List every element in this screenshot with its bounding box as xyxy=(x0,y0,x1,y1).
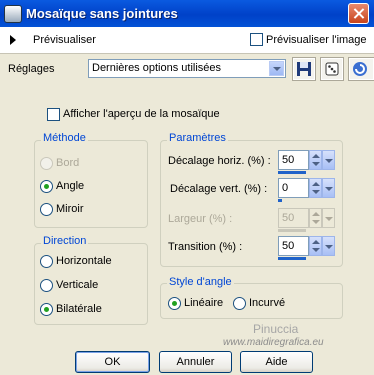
method-radio-angle[interactable] xyxy=(40,180,53,193)
param-input-vert[interactable]: 0 xyxy=(278,178,309,198)
corner-radio-lineaire[interactable] xyxy=(168,297,181,310)
param-spin-width: 50 xyxy=(278,208,335,229)
window-title: Mosaïque sans jointures xyxy=(26,6,178,21)
random-preset-button[interactable] xyxy=(320,57,344,81)
save-preset-button[interactable] xyxy=(292,57,316,81)
floppy-disk-icon xyxy=(297,62,311,76)
preview-image-checkbox[interactable] xyxy=(250,33,263,46)
presets-selected: Dernières options utilisées xyxy=(92,62,222,74)
help-button[interactable]: Aide xyxy=(240,351,313,373)
presets-label: Réglages xyxy=(8,63,55,75)
param-label-horiz: Décalage horiz. (%) : xyxy=(168,155,271,167)
spin-arrows-icon xyxy=(309,208,322,228)
spin-arrows-icon[interactable] xyxy=(309,236,322,256)
corner-label-incurve[interactable]: Incurvé xyxy=(249,297,285,309)
chevron-down-icon[interactable] xyxy=(269,61,284,76)
method-radio-bord xyxy=(40,157,53,170)
param-spin-vert[interactable]: 0 xyxy=(278,178,335,199)
corner-radio-incurve[interactable] xyxy=(233,297,246,310)
method-label-miroir[interactable]: Miroir xyxy=(56,203,84,215)
corner-label-lineaire[interactable]: Linéaire xyxy=(184,297,223,309)
preview-image-label[interactable]: Prévisualiser l'image xyxy=(266,34,367,46)
preview-label[interactable]: Prévisualiser xyxy=(33,34,96,46)
chevron-down-icon[interactable] xyxy=(322,236,335,256)
spin-arrows-icon[interactable] xyxy=(309,178,322,198)
method-label-bord: Bord xyxy=(56,157,80,169)
param-bar-width xyxy=(278,229,306,232)
presets-dropdown[interactable]: Dernières options utilisées xyxy=(88,59,286,78)
method-radio-miroir[interactable] xyxy=(40,203,53,216)
app-icon xyxy=(4,5,22,23)
param-label-vert: Décalage vert. (%) : xyxy=(170,183,268,195)
watermark-name: Pinuccia xyxy=(253,322,299,336)
param-input-transition[interactable]: 50 xyxy=(278,236,309,256)
direction-label-horizontale[interactable]: Horizontale xyxy=(56,255,112,267)
param-spin-horiz[interactable]: 50 xyxy=(278,150,335,171)
expand-triangle-icon[interactable] xyxy=(10,35,16,45)
params-legend: Paramètres xyxy=(167,132,228,144)
watermark-url: www.maidiregrafica.eu xyxy=(223,337,324,348)
chevron-down-icon xyxy=(322,208,335,228)
reset-preset-button[interactable] xyxy=(348,57,374,81)
param-input-width: 50 xyxy=(278,208,309,228)
param-bar-horiz[interactable] xyxy=(278,171,306,174)
direction-radio-horizontale[interactable] xyxy=(40,255,53,268)
method-legend: Méthode xyxy=(41,132,88,144)
direction-radio-bilaterale[interactable] xyxy=(40,303,53,316)
param-bar-vert[interactable] xyxy=(278,199,282,202)
ok-button[interactable]: OK xyxy=(75,351,150,373)
param-spin-transition[interactable]: 50 xyxy=(278,236,335,257)
param-label-transition: Transition (%) : xyxy=(168,241,243,253)
param-label-width: Largeur (%) : xyxy=(168,213,233,225)
chevron-down-icon[interactable] xyxy=(322,150,335,170)
show-mosaic-label[interactable]: Afficher l'aperçu de la mosaïque xyxy=(63,108,220,120)
show-mosaic-checkbox[interactable] xyxy=(47,108,60,121)
param-input-horiz[interactable]: 50 xyxy=(278,150,309,170)
method-label-angle[interactable]: Angle xyxy=(56,180,84,192)
dice-icon xyxy=(325,62,339,76)
direction-legend: Direction xyxy=(41,235,89,247)
spin-arrows-icon[interactable] xyxy=(309,150,322,170)
cancel-button[interactable]: Annuler xyxy=(159,351,232,373)
direction-label-bilaterale[interactable]: Bilatérale xyxy=(56,303,102,315)
corner-style-legend: Style d'angle xyxy=(167,276,234,288)
close-button[interactable] xyxy=(348,3,369,24)
param-bar-transition[interactable] xyxy=(278,257,306,260)
direction-radio-verticale[interactable] xyxy=(40,279,53,292)
chevron-down-icon[interactable] xyxy=(322,178,335,198)
reset-icon xyxy=(353,62,367,76)
direction-label-verticale[interactable]: Verticale xyxy=(56,279,98,291)
